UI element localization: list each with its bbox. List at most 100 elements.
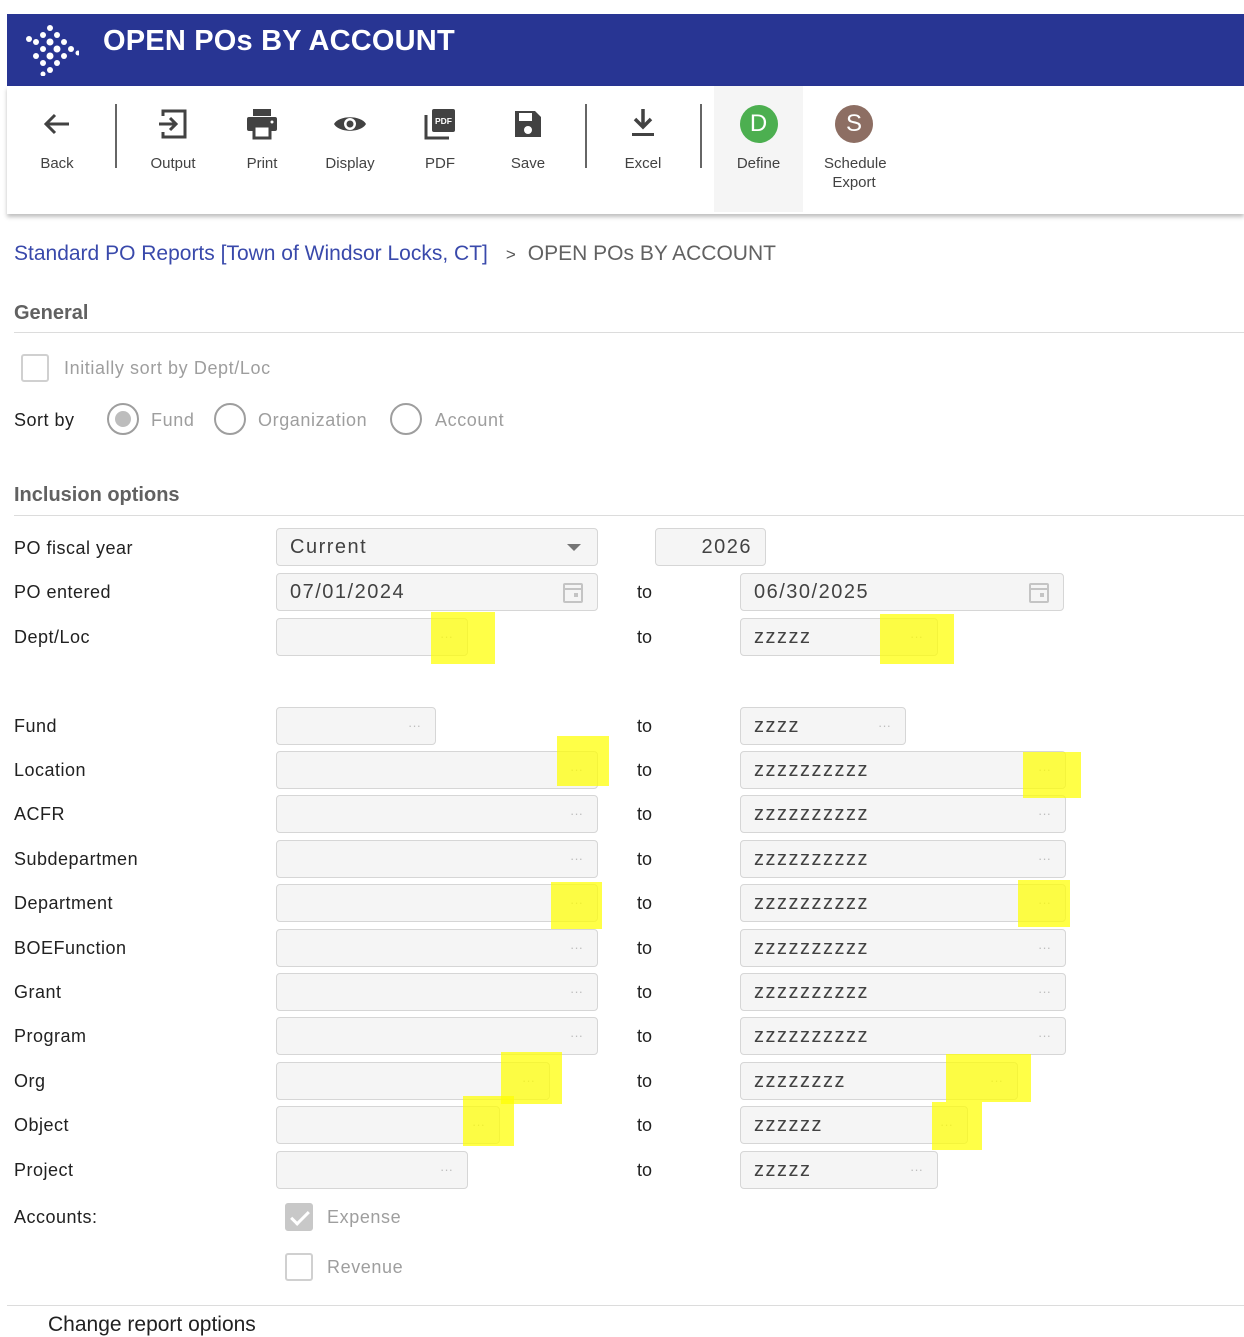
schedule-avatar: S — [835, 105, 873, 143]
lookup-icon[interactable]: ··· — [910, 1152, 923, 1188]
department-from-input[interactable]: ··· — [276, 884, 598, 922]
object-from-input[interactable]: ··· — [276, 1106, 500, 1144]
output-label: Output — [150, 155, 196, 172]
initial-sort-label: Initially sort by Dept/Loc — [64, 358, 271, 378]
divider — [14, 515, 1244, 516]
fund-from-input[interactable]: ··· — [276, 707, 436, 745]
lookup-icon[interactable]: ··· — [910, 619, 923, 655]
po-fiscal-year-input[interactable]: 2026 — [655, 528, 766, 566]
sort-organization-radio[interactable] — [214, 403, 246, 435]
toolbar-divider — [700, 104, 702, 168]
org-to-input[interactable]: zzzzzzzz ··· — [740, 1062, 1018, 1100]
location-from-input[interactable]: ··· — [276, 751, 598, 789]
lookup-icon[interactable]: ··· — [1038, 1018, 1051, 1054]
dept-loc-from-input[interactable]: ··· — [276, 618, 468, 656]
chevron-down-icon — [567, 544, 581, 551]
fund-to-value: zzzz — [754, 715, 800, 737]
fund-to-input[interactable]: zzzz ··· — [740, 707, 906, 745]
to-label: to — [637, 1160, 653, 1180]
org-label: Org — [14, 1071, 46, 1091]
subdepartment-to-input[interactable]: zzzzzzzzzz ··· — [740, 840, 1066, 878]
object-to-input[interactable]: zzzzzz ··· — [740, 1106, 968, 1144]
calendar-icon[interactable] — [1029, 583, 1049, 603]
lookup-icon[interactable]: ··· — [522, 1063, 535, 1099]
acfr-label: ACFR — [14, 804, 65, 824]
lookup-icon[interactable]: ··· — [1038, 885, 1051, 921]
define-button[interactable]: D Define — [714, 86, 803, 212]
lookup-icon[interactable]: ··· — [1038, 930, 1051, 966]
save-button[interactable]: Save — [493, 86, 563, 212]
dept-loc-to-input[interactable]: zzzzz ··· — [740, 618, 938, 656]
expense-checkbox[interactable] — [285, 1203, 313, 1231]
lookup-icon[interactable]: ··· — [570, 1018, 583, 1054]
object-to-value: zzzzzz — [754, 1114, 823, 1136]
lookup-icon[interactable]: ··· — [440, 1152, 453, 1188]
lookup-icon[interactable]: ··· — [472, 1107, 485, 1143]
sort-fund-radio[interactable] — [107, 403, 139, 435]
fund-label: Fund — [14, 716, 58, 736]
sort-fund-label: Fund — [151, 410, 195, 430]
output-button[interactable]: Output — [137, 86, 209, 212]
grant-to-value: zzzzzzzzzz — [754, 981, 869, 1003]
to-label: to — [637, 716, 653, 736]
lookup-icon[interactable]: ··· — [570, 930, 583, 966]
acfr-from-input[interactable]: ··· — [276, 795, 598, 833]
change-report-options-link[interactable]: Change report options — [48, 1313, 256, 1337]
lookup-icon[interactable]: ··· — [990, 1063, 1003, 1099]
boefunction-to-input[interactable]: zzzzzzzzzz ··· — [740, 929, 1066, 967]
schedule-export-button[interactable]: S Schedule Export — [811, 86, 897, 212]
subdepartment-from-input[interactable]: ··· — [276, 840, 598, 878]
breadcrumb-parent-link[interactable]: Standard PO Reports [Town of Windsor Loc… — [14, 242, 488, 265]
excel-button[interactable]: Excel — [607, 86, 679, 212]
po-fiscal-year-year: 2026 — [701, 536, 752, 558]
download-icon — [632, 109, 654, 136]
sort-account-label: Account — [435, 410, 505, 430]
sort-organization-label: Organization — [258, 410, 368, 430]
display-label: Display — [325, 155, 375, 172]
program-from-input[interactable]: ··· — [276, 1017, 598, 1055]
back-button[interactable]: Back — [21, 86, 93, 212]
project-from-input[interactable]: ··· — [276, 1151, 468, 1189]
project-label: Project — [14, 1160, 74, 1180]
lookup-icon[interactable]: ··· — [1038, 974, 1051, 1010]
department-to-input[interactable]: zzzzzzzzzz ··· — [740, 884, 1066, 922]
grant-to-input[interactable]: zzzzzzzzzz ··· — [740, 973, 1066, 1011]
sort-account-radio[interactable] — [390, 403, 422, 435]
lookup-icon[interactable]: ··· — [1038, 796, 1051, 832]
revenue-checkbox[interactable] — [285, 1253, 313, 1281]
lookup-icon[interactable]: ··· — [1038, 752, 1051, 788]
lookup-icon[interactable]: ··· — [570, 974, 583, 1010]
boefunction-from-input[interactable]: ··· — [276, 929, 598, 967]
acfr-to-input[interactable]: zzzzzzzzzz ··· — [740, 795, 1066, 833]
excel-label: Excel — [624, 155, 662, 172]
po-fiscal-year-value: Current — [290, 536, 368, 558]
lookup-icon[interactable]: ··· — [1038, 841, 1051, 877]
project-to-input[interactable]: zzzzz ··· — [740, 1151, 938, 1189]
po-fiscal-year-select[interactable]: Current — [276, 528, 598, 566]
printer-icon — [247, 109, 277, 140]
program-to-input[interactable]: zzzzzzzzzz ··· — [740, 1017, 1066, 1055]
org-from-input[interactable]: ··· — [276, 1062, 550, 1100]
po-entered-to-input[interactable]: 06/30/2025 — [740, 573, 1064, 611]
po-entered-from-input[interactable]: 07/01/2024 — [276, 573, 598, 611]
pdf-button[interactable]: PDF PDF — [405, 86, 475, 212]
lookup-icon[interactable]: ··· — [408, 708, 421, 744]
lookup-icon[interactable]: ··· — [570, 841, 583, 877]
calendar-icon[interactable] — [563, 583, 583, 603]
grant-from-input[interactable]: ··· — [276, 973, 598, 1011]
lookup-icon[interactable]: ··· — [878, 708, 891, 744]
arrow-left-icon — [43, 113, 69, 135]
display-button[interactable]: Display — [313, 86, 387, 212]
lookup-icon[interactable]: ··· — [940, 1107, 953, 1143]
subdepartment-label: Subdepartmen — [14, 849, 139, 869]
lookup-icon[interactable]: ··· — [570, 885, 583, 921]
po-entered-from-value: 07/01/2024 — [290, 581, 406, 603]
lookup-icon[interactable]: ··· — [440, 619, 453, 655]
location-to-input[interactable]: zzzzzzzzzz ··· — [740, 751, 1066, 789]
lookup-icon[interactable]: ··· — [570, 796, 583, 832]
pdf-icon: PDF — [424, 109, 455, 140]
lookup-icon[interactable]: ··· — [570, 752, 583, 788]
initial-sort-checkbox[interactable] — [21, 354, 49, 382]
print-button[interactable]: Print — [227, 86, 297, 212]
breadcrumb-current: OPEN POs BY ACCOUNT — [527, 242, 776, 265]
